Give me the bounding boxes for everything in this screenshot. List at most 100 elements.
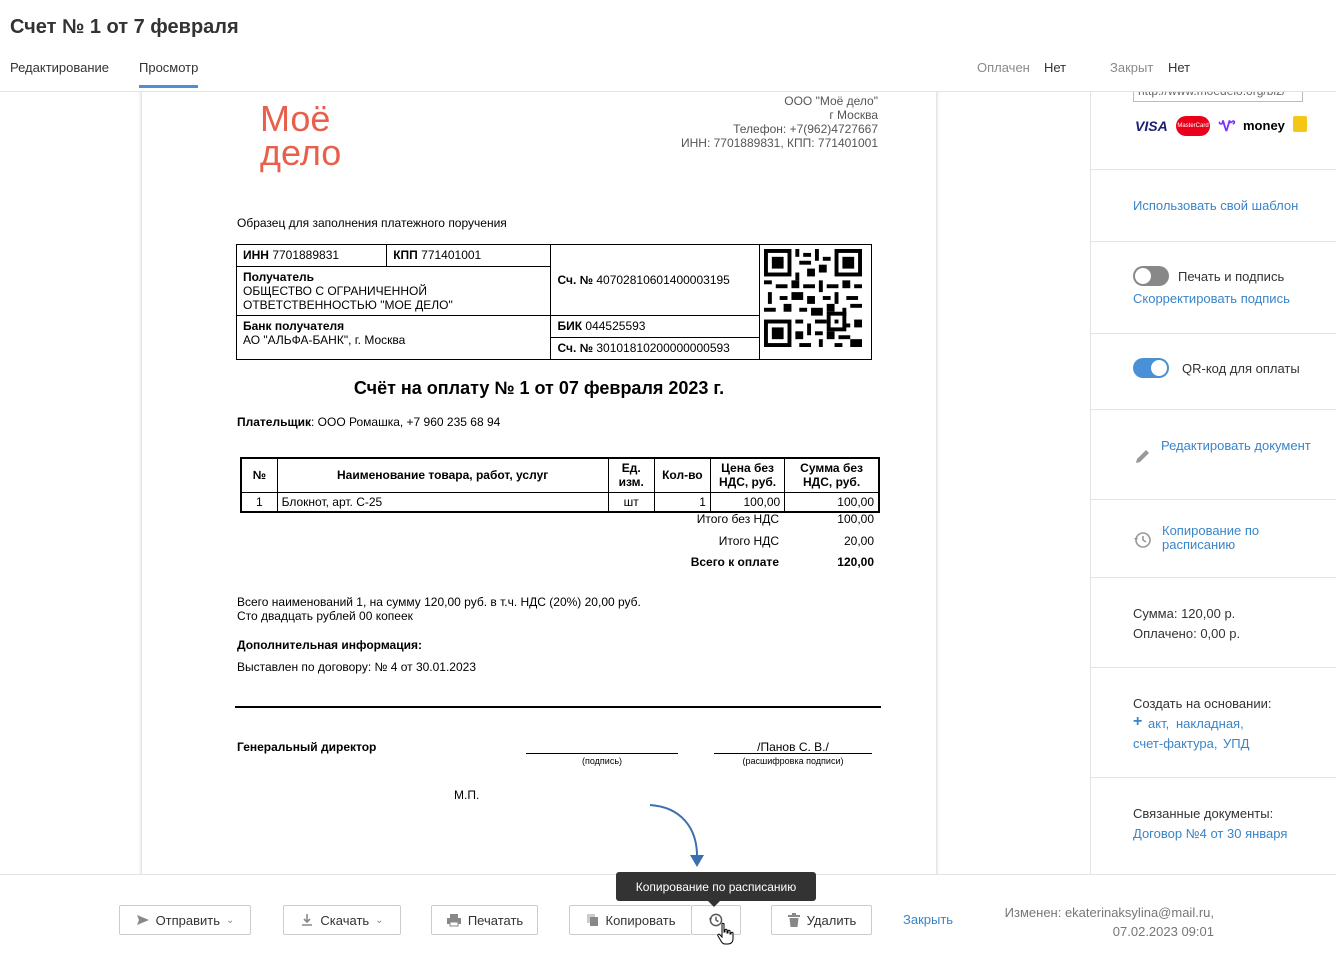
yandex-wallet-icon [1293, 116, 1307, 132]
col-header: Сумма без НДС, руб. [784, 457, 880, 493]
money-logo: money [1243, 118, 1285, 133]
cell-price: 100,00 [709, 491, 786, 512]
extra-info-title: Дополнительная информация: [237, 638, 422, 652]
chevron-down-icon: ⌄ [375, 914, 384, 926]
chevron-down-icon: ⌄ [226, 914, 235, 926]
print-sign-toggle[interactable] [1133, 266, 1169, 286]
corr-label: Сч. № [557, 341, 594, 355]
delete-button[interactable]: Удалить [771, 905, 872, 935]
company-line: г Москва [829, 108, 878, 122]
bank-label: Банк получателя [243, 319, 345, 333]
paid-amount-text: Оплачено: 0,00 р. [1133, 626, 1241, 641]
plus-icon: + [1133, 713, 1143, 730]
create-waybill-link[interactable]: накладная, [1176, 716, 1244, 731]
invoice-document: Моё дело ООО "Моё дело" г Москва Телефон… [142, 92, 936, 874]
account-label: Сч. № [557, 273, 594, 287]
payer-label: Плательщик [237, 415, 311, 429]
qr-code-icon [763, 249, 862, 347]
closed-label: Закрыт [1110, 60, 1154, 75]
use-template-link[interactable]: Использовать свой шаблон [1133, 198, 1298, 213]
send-button[interactable]: Отправить ⌄ [119, 905, 251, 935]
bik-cell: БИК 044525593 [550, 315, 760, 338]
corr-value: 30101810200000000593 [596, 341, 730, 355]
sidebar: http://www.moedelo.org/biz/ VISA MasterC… [1090, 92, 1336, 874]
total-value: 120,00 [837, 555, 874, 569]
stamp-label: М.П. [454, 788, 480, 802]
payer-value: : ООО Ромашка, +7 960 235 68 94 [310, 415, 501, 429]
qr-label: QR-код для оплаты [1182, 361, 1300, 376]
signature-line [526, 753, 678, 754]
sidebar-related-section: Связанные документы: Договор №4 от 30 ян… [1091, 778, 1336, 874]
trash-icon [787, 913, 800, 927]
sidebar-schedule-section: Копирование по расписанию [1091, 500, 1336, 578]
decipher-line [714, 753, 872, 754]
copy-button[interactable]: Копировать [569, 905, 691, 935]
schedule-tooltip: Копирование по расписанию [616, 872, 816, 907]
yoomoney-icon: Ꮙ [1219, 118, 1236, 134]
download-button[interactable]: Скачать ⌄ [283, 905, 401, 935]
sidebar-template-section: Использовать свой шаблон [1091, 170, 1336, 242]
cell-sum: 100,00 [784, 491, 880, 512]
print-sign-label: Печать и подпись [1178, 269, 1285, 284]
print-button[interactable]: Печатать [431, 905, 538, 935]
toggle-knob [1135, 268, 1151, 284]
company-logo: Моё дело [260, 98, 360, 173]
logo-line-2: дело [260, 132, 342, 173]
sidebar-create-section: Создать на основании: + акт, накладная, … [1091, 668, 1336, 778]
payer-line: Плательщик: ООО Ромашка, +7 960 235 68 9… [237, 415, 500, 429]
table-header-row: № Наименование товара, работ, услуг Ед. … [240, 457, 880, 493]
related-contract-link[interactable]: Договор №4 от 30 января [1133, 826, 1287, 841]
copy-icon [586, 914, 598, 926]
summary-line-2: Сто двадцать рублей 00 копеек [237, 609, 413, 623]
related-docs-label: Связанные документы: [1133, 806, 1274, 821]
pencil-icon [1136, 450, 1149, 463]
correct-sign-link[interactable]: Скорректировать подпись [1133, 291, 1290, 306]
col-header: Наименование товара, работ, услуг [276, 457, 609, 493]
kpp-value: 771401001 [421, 248, 482, 262]
qr-toggle[interactable] [1133, 358, 1169, 378]
cell-unit: шт [607, 491, 655, 512]
col-header: Цена без НДС, руб. [709, 457, 786, 493]
payment-url-input[interactable]: http://www.moedelo.org/biz/ [1133, 92, 1303, 102]
summary-line-1: Всего наименований 1, на сумму 120,00 ру… [237, 595, 641, 609]
create-upd-link[interactable]: УПД [1223, 736, 1249, 751]
copy-label: Копировать [605, 912, 676, 928]
company-line: ИНН: 7701889831, КПП: 771401001 [680, 136, 878, 150]
visa-logo: VISA [1135, 118, 1168, 134]
invoice-title: Счёт на оплату № 1 от 07 февраля 2023 г. [353, 378, 725, 398]
modified-by: Изменен: ekaterinaksylina@mail.ru, [1004, 905, 1214, 920]
printer-icon [446, 914, 461, 927]
col-header: Кол-во [653, 457, 711, 493]
paid-label: Оплачен [977, 60, 1030, 75]
bik-value: 044525593 [585, 319, 646, 333]
bank-name-cell: Банк получателя АО "АЛЬФА-БАНК", г. Москв… [235, 315, 552, 360]
recipient-label: Получатель [243, 270, 314, 284]
page-header: Счет № 1 от 7 февраля Редактирование Про… [0, 0, 1336, 92]
edit-document-link[interactable]: Редактировать документ [1161, 436, 1311, 456]
paid-value: Нет [1044, 60, 1067, 75]
signature-divider [235, 706, 881, 708]
sidebar-qr-section: QR-код для оплаты [1091, 334, 1336, 410]
toggle-knob [1151, 360, 1167, 376]
document-viewport[interactable]: Моё дело ООО "Моё дело" г Москва Телефон… [0, 92, 1090, 874]
account-cell: Сч. № 40702810601400003195 [550, 244, 760, 316]
tab-view[interactable]: Просмотр [139, 60, 199, 88]
payment-sample-title: Образец для заполнения платежного поруче… [237, 216, 507, 230]
create-invoice-link[interactable]: счет-фактура, [1133, 736, 1218, 751]
annotation-arrow-icon [649, 804, 704, 867]
signature-caption: (подпись) [581, 756, 623, 766]
schedule-copy-link[interactable]: Копирование по расписанию [1162, 524, 1312, 552]
table-row: 1 Блокнот, арт. С-25 шт 1 100,00 100,00 [240, 491, 880, 512]
create-act-link[interactable]: акт, [1148, 716, 1169, 731]
kpp-cell: КПП 771401001 [386, 244, 552, 267]
tab-edit[interactable]: Редактирование [10, 60, 109, 75]
logo-line-1: Моё [260, 98, 331, 139]
company-line: Телефон: +7(962)4727667 [733, 122, 878, 136]
recipient-value: ОБЩЕСТВО С ОГРАНИЧЕННОЙ ОТВЕТСТВЕННОСТЬЮ… [243, 284, 453, 312]
company-line: ООО "Моё дело" [784, 94, 878, 108]
close-link[interactable]: Закрыть [903, 912, 953, 927]
total-label: Итого без НДС [696, 512, 779, 526]
extra-info-value: Выставлен по договору: № 4 от 30.01.2023 [237, 660, 477, 674]
col-header: Ед. изм. [607, 457, 655, 493]
cell-name: Блокнот, арт. С-25 [276, 491, 609, 512]
